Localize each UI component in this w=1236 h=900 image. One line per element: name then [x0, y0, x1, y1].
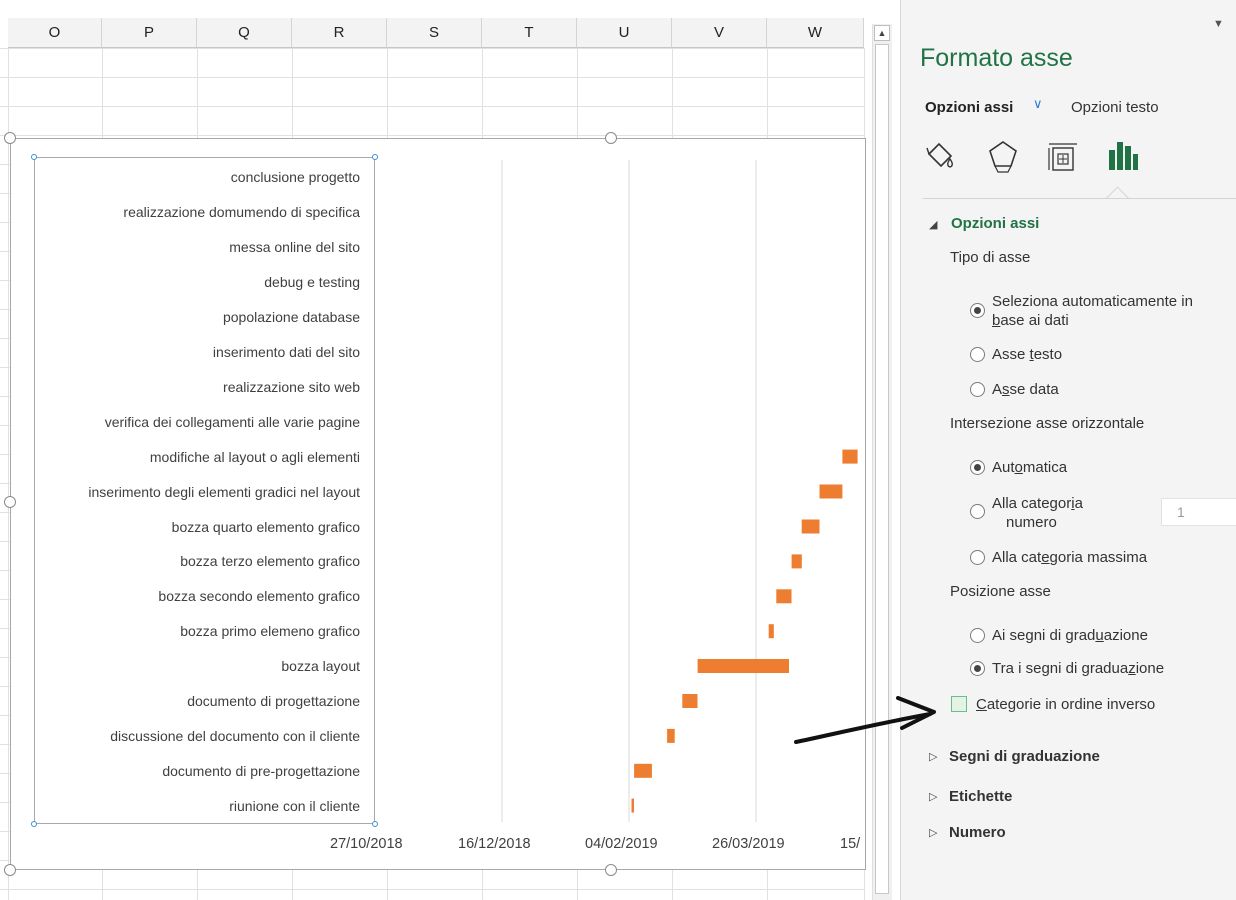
resize-handle[interactable]	[4, 132, 16, 144]
resize-handle[interactable]	[605, 864, 617, 876]
opt-auto-select-label: Seleziona automaticamente in base ai dati	[992, 293, 1193, 329]
worksheet[interactable]: OPQRSTUVW conclusione progetto realizzazi…	[0, 0, 872, 900]
date-tick-label: 26/03/2019	[712, 836, 785, 852]
category-label: modifiche al layout o agli elementi	[149, 448, 360, 465]
section-labels[interactable]: Etichette	[949, 788, 1012, 805]
category-label: popolazione database	[222, 309, 360, 326]
radio-date-axis[interactable]	[970, 382, 985, 397]
resize-handle[interactable]	[4, 496, 16, 508]
section-axis-options[interactable]: Opzioni assi	[951, 215, 1039, 232]
category-label: verifica dei collegamenti alle varie pag…	[104, 413, 360, 430]
axis-options-icon[interactable]	[1103, 136, 1143, 176]
axis-selection-handle[interactable]	[31, 154, 37, 160]
radio-max-category[interactable]	[970, 550, 985, 565]
gantt-bar[interactable]	[697, 659, 789, 673]
format-axis-pane: Formato asse ▼ Opzioni assi ∨ Opzioni te…	[900, 0, 1236, 900]
category-label: realizzazione domumendo di specifica	[123, 204, 360, 221]
vertical-scrollbar[interactable]: ▲	[872, 24, 892, 900]
opt-max-category-label: Alla categoria massima	[992, 549, 1148, 566]
category-label: inserimento degli elementi gradici nel l…	[88, 483, 360, 500]
expand-triangle-icon[interactable]: ▷	[929, 826, 937, 839]
intersect-label: Intersezione asse orizzontale	[950, 415, 1145, 432]
gantt-bar[interactable]	[682, 694, 698, 708]
date-tick-label: 04/02/2019	[585, 836, 658, 852]
radio-on-tick-marks[interactable]	[970, 628, 985, 643]
category-label: messa online del sito	[229, 239, 360, 256]
tab-axis-options[interactable]: Opzioni assi	[925, 99, 1013, 116]
category-label: debug e testing	[264, 274, 360, 291]
category-label: documento di pre-progettazione	[162, 762, 360, 779]
fill-line-icon[interactable]	[919, 136, 959, 176]
tool-divider	[923, 198, 1236, 199]
axis-selection-handle[interactable]	[31, 821, 37, 827]
category-label: documento di progettazione	[187, 693, 360, 709]
category-label: realizzazione sito web	[223, 378, 360, 395]
expand-triangle-icon[interactable]: ▷	[929, 750, 937, 763]
axis-position-label: Posizione asse	[950, 583, 1051, 600]
section-tick-marks[interactable]: Segni di graduazione	[949, 748, 1100, 765]
radio-category-number[interactable]	[970, 504, 985, 519]
gantt-bar[interactable]	[768, 624, 774, 639]
date-tick-label: 15/	[840, 836, 861, 852]
gantt-bar[interactable]	[667, 728, 675, 743]
effects-icon[interactable]	[983, 136, 1023, 176]
category-label: riunione con il cliente	[229, 797, 360, 814]
axis-selection-handle[interactable]	[372, 154, 378, 160]
opt-between-tick-marks-label: Tra i segni di graduazione	[992, 660, 1165, 677]
category-label: bozza layout	[281, 658, 360, 674]
category-label: bozza primo elemeno grafico	[180, 623, 360, 640]
pane-title: Formato asse	[920, 44, 1073, 72]
category-label: inserimento dati del sito	[212, 343, 360, 360]
date-tick-label: 16/12/2018	[458, 836, 531, 852]
opt-date-axis-label: Asse data	[992, 381, 1059, 398]
radio-automatic[interactable]	[970, 460, 985, 475]
size-properties-icon[interactable]	[1043, 136, 1083, 176]
scroll-thumb[interactable]	[875, 44, 889, 894]
date-tick-label: 27/10/2018	[330, 836, 403, 852]
radio-between-tick-marks[interactable]	[970, 661, 985, 676]
chk-inverse-order-label: Categorie in ordine inverso	[976, 696, 1156, 713]
radio-text-axis[interactable]	[970, 347, 985, 362]
axis-type-label: Tipo di asse	[950, 249, 1031, 266]
collapse-triangle-icon[interactable]: ◢	[929, 218, 937, 231]
gantt-bar[interactable]	[801, 519, 820, 534]
gantt-bar[interactable]	[631, 798, 635, 813]
gantt-bar[interactable]	[791, 554, 802, 569]
category-label: conclusione progetto	[230, 169, 360, 186]
scroll-up-arrow-icon[interactable]: ▲	[874, 25, 890, 41]
chevron-down-icon[interactable]: ∨	[1033, 96, 1043, 112]
category-label: discussione del documento con il cliente	[110, 727, 360, 744]
radio-auto-select[interactable]	[970, 303, 985, 318]
gantt-bar[interactable]	[634, 763, 652, 778]
checkbox-inverse-order[interactable]	[951, 696, 967, 712]
opt-category-number-label: Alla categoria numero	[992, 495, 1083, 531]
axis-selection-handle[interactable]	[372, 821, 378, 827]
opt-automatic-label: Automatica	[992, 459, 1068, 476]
category-label: bozza terzo elemento grafico	[180, 553, 360, 570]
resize-handle[interactable]	[4, 864, 16, 876]
category-number-input[interactable]: 1	[1161, 498, 1236, 526]
section-number[interactable]: Numero	[949, 824, 1006, 841]
opt-on-tick-marks-label: Ai segni di graduazione	[992, 627, 1148, 644]
gantt-bar[interactable]	[776, 589, 792, 604]
category-label: bozza secondo elemento grafico	[158, 588, 360, 605]
opt-text-axis-label: Asse testo	[992, 346, 1063, 363]
resize-handle[interactable]	[605, 132, 617, 144]
gantt-bar[interactable]	[842, 449, 858, 464]
expand-triangle-icon[interactable]: ▷	[929, 790, 937, 803]
gantt-bar[interactable]	[819, 484, 843, 499]
tab-text-options[interactable]: Opzioni testo	[1071, 99, 1159, 116]
pane-menu-icon[interactable]: ▼	[1213, 18, 1224, 30]
category-label: bozza quarto elemento grafico	[171, 518, 360, 535]
